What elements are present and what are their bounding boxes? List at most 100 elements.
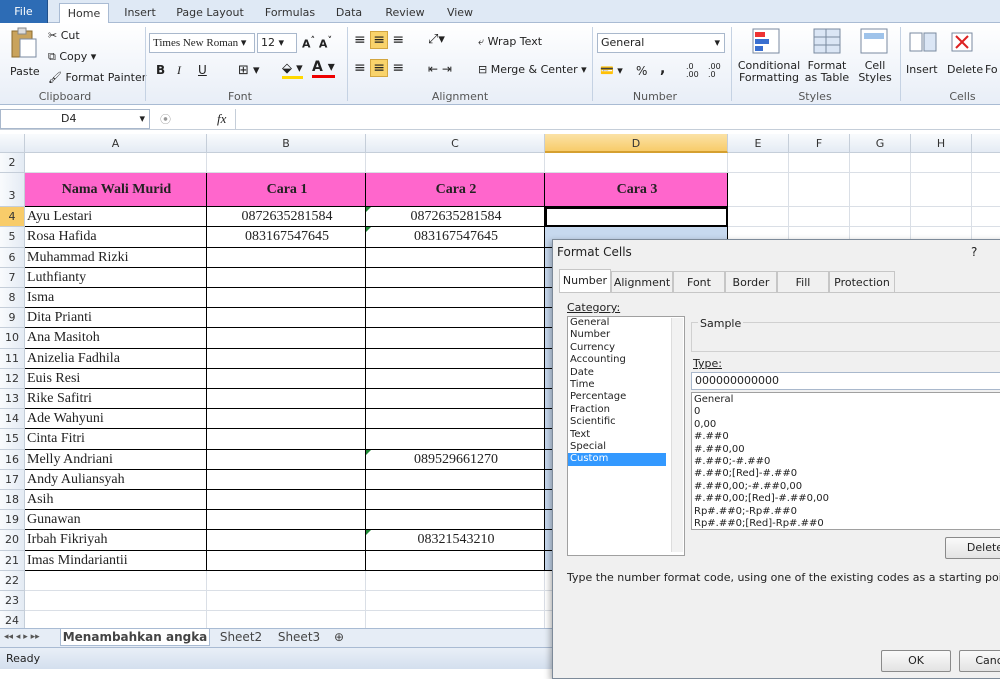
- dialog-help-button[interactable]: ?: [971, 245, 977, 259]
- column-header-e[interactable]: E: [728, 134, 789, 153]
- format-code-item[interactable]: #.##0;[Red]-#.##0: [692, 468, 1000, 480]
- cell-e3[interactable]: [728, 173, 789, 208]
- cell-h4[interactable]: [911, 207, 972, 228]
- decrease-decimal-button[interactable]: .00 .0: [708, 63, 730, 79]
- percent-button[interactable]: %: [636, 64, 647, 78]
- borders-button[interactable]: ⊞ ▾: [238, 63, 260, 78]
- cell-b17[interactable]: [207, 469, 366, 490]
- cell-c19[interactable]: [366, 510, 545, 531]
- dialog-tab-border[interactable]: Border: [725, 271, 777, 293]
- cell-b4[interactable]: 0872635281584: [207, 207, 366, 228]
- vertical-align-buttons[interactable]: ≡ ≡ ≡: [354, 31, 404, 49]
- cell-a15[interactable]: Cinta Fitri: [25, 429, 207, 450]
- cell-a20[interactable]: Irbah Fikriyah: [25, 530, 207, 551]
- cell-a18[interactable]: Asih: [25, 490, 207, 511]
- category-item[interactable]: Scientific: [568, 416, 684, 428]
- cell-b5[interactable]: 083167547645: [207, 227, 366, 248]
- row-header[interactable]: 12: [0, 368, 25, 389]
- delete-cells-button[interactable]: Delete: [945, 27, 983, 87]
- format-code-item[interactable]: Rp#.##0;-Rp#.##0: [692, 506, 1000, 518]
- row-header[interactable]: 7: [0, 267, 25, 288]
- row-header[interactable]: 8: [0, 288, 25, 309]
- format-cells-button[interactable]: Fo: [985, 27, 1000, 87]
- cell-a22[interactable]: [25, 570, 207, 591]
- cell-a24[interactable]: [25, 611, 207, 628]
- row-header[interactable]: 23: [0, 591, 25, 612]
- cell-c14[interactable]: [366, 409, 545, 430]
- cell-e2[interactable]: [728, 153, 789, 174]
- row-header[interactable]: 9: [0, 308, 25, 329]
- error-indicator-icon[interactable]: [366, 207, 371, 213]
- row-header[interactable]: 16: [0, 449, 25, 470]
- cell-g3[interactable]: [850, 173, 911, 208]
- format-code-item[interactable]: General: [692, 394, 1000, 406]
- error-indicator-icon[interactable]: [366, 530, 371, 536]
- format-code-item[interactable]: #.##0,00;-#.##0,00: [692, 481, 1000, 493]
- cell-e4[interactable]: [728, 207, 789, 228]
- tab-review[interactable]: Review: [380, 3, 430, 23]
- cell-a9[interactable]: Dita Prianti: [25, 308, 207, 329]
- cell-a23[interactable]: [25, 591, 207, 612]
- row-header[interactable]: 13: [0, 389, 25, 410]
- cell-b11[interactable]: [207, 348, 366, 369]
- category-item[interactable]: Special: [568, 441, 684, 453]
- cell-c16[interactable]: 089529661270: [366, 449, 545, 470]
- cell-h2[interactable]: [911, 153, 972, 174]
- row-header[interactable]: 4: [0, 207, 25, 228]
- dialog-tab-font[interactable]: Font: [673, 271, 725, 293]
- cell-a7[interactable]: Luthfianty: [25, 267, 207, 288]
- category-item[interactable]: Percentage: [568, 391, 684, 403]
- number-format-select[interactable]: General ▾: [597, 33, 725, 53]
- row-header[interactable]: 6: [0, 247, 25, 268]
- cell-b6[interactable]: [207, 247, 366, 268]
- cell-b3[interactable]: Cara 1: [207, 173, 366, 208]
- row-header[interactable]: 5: [0, 227, 25, 248]
- cell-b20[interactable]: [207, 530, 366, 551]
- cut-button[interactable]: ✂ Cut: [48, 29, 80, 42]
- cell-c8[interactable]: [366, 288, 545, 309]
- format-code-item[interactable]: 0,00: [692, 419, 1000, 431]
- cell-b13[interactable]: [207, 389, 366, 410]
- cell-d2[interactable]: [545, 153, 728, 174]
- cell-c12[interactable]: [366, 368, 545, 389]
- sheet-tab-active[interactable]: Menambahkan angka 0: [60, 629, 210, 661]
- dialog-tab-fill[interactable]: Fill: [777, 271, 829, 293]
- cell-c17[interactable]: [366, 469, 545, 490]
- cell-c6[interactable]: [366, 247, 545, 268]
- conditional-formatting-button[interactable]: Conditional Formatting: [735, 27, 800, 87]
- tab-data[interactable]: Data: [330, 3, 368, 23]
- cell-f2[interactable]: [789, 153, 850, 174]
- cell-a6[interactable]: Muhammad Rizki: [25, 247, 207, 268]
- column-header-g[interactable]: G: [850, 134, 911, 153]
- indent-buttons[interactable]: ⇤ ⇥: [428, 62, 452, 76]
- column-header-h[interactable]: H: [911, 134, 972, 153]
- cell-b8[interactable]: [207, 288, 366, 309]
- cell-b23[interactable]: [207, 591, 366, 612]
- orientation-button[interactable]: ⤢▾: [428, 32, 445, 47]
- grow-font-button[interactable]: A˄ A˅: [302, 35, 332, 51]
- category-item[interactable]: Date: [568, 367, 684, 379]
- cell-a4[interactable]: Ayu Lestari: [25, 207, 207, 228]
- row-header[interactable]: 2: [0, 153, 25, 174]
- cell-b2[interactable]: [207, 153, 366, 174]
- horizontal-align-buttons[interactable]: ≡ ≡ ≡: [354, 59, 404, 77]
- cell-a3[interactable]: Nama Wali Murid: [25, 173, 207, 208]
- cell-a10[interactable]: Ana Masitoh: [25, 328, 207, 349]
- row-header[interactable]: 11: [0, 348, 25, 369]
- cell-h3[interactable]: [911, 173, 972, 208]
- category-item[interactable]: Custom: [568, 453, 666, 466]
- column-header-d[interactable]: D: [545, 134, 728, 153]
- cell-c20[interactable]: 08321543210: [366, 530, 545, 551]
- fill-color-button[interactable]: ⬙ ▾: [282, 61, 303, 79]
- cell-c4[interactable]: 0872635281584: [366, 207, 545, 228]
- sheet-tab-3[interactable]: Sheet3: [272, 629, 326, 646]
- category-item[interactable]: Number: [568, 329, 684, 341]
- row-header[interactable]: 21: [0, 550, 25, 571]
- format-painter-button[interactable]: 🖌 Format Painter: [48, 71, 146, 84]
- format-code-item[interactable]: #.##0,00;[Red]-#.##0,00: [692, 493, 1000, 505]
- cell-b10[interactable]: [207, 328, 366, 349]
- cell-a21[interactable]: Imas Mindariantii: [25, 550, 207, 571]
- row-header[interactable]: 15: [0, 429, 25, 450]
- cell-c10[interactable]: [366, 328, 545, 349]
- cell-c13[interactable]: [366, 389, 545, 410]
